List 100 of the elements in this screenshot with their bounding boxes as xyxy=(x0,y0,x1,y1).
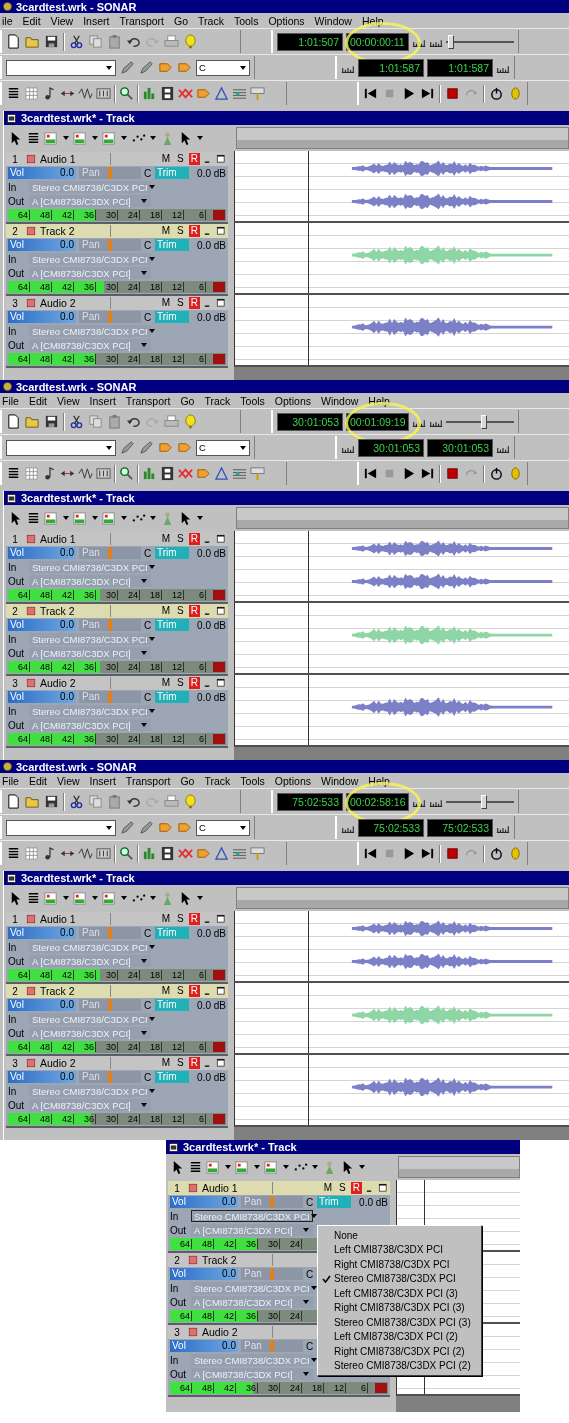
menu-item[interactable]: Track xyxy=(198,14,224,27)
track-name[interactable]: Audio 1 xyxy=(40,533,111,545)
power-icon[interactable] xyxy=(489,846,504,861)
menu-item[interactable]: Track xyxy=(204,774,231,787)
solo-button[interactable]: S xyxy=(175,677,186,689)
menu-item[interactable]: File xyxy=(2,774,19,787)
volume-slider[interactable]: Vol 0.0 xyxy=(8,999,76,1011)
menu-item[interactable]: Transport xyxy=(125,774,171,787)
time-display[interactable]: 1:01:507 xyxy=(277,32,343,51)
maximize-icon[interactable] xyxy=(216,606,226,616)
help-icon[interactable] xyxy=(183,34,198,49)
solo-button[interactable]: S xyxy=(175,153,186,165)
menu-item[interactable]: None xyxy=(318,1228,481,1243)
track-name[interactable]: Audio 1 xyxy=(40,913,111,925)
menu-item[interactable]: Stereo CMI8738/C3DX PCI xyxy=(318,1271,481,1286)
menu-item[interactable]: File xyxy=(2,394,19,407)
time-display[interactable]: 1:01:587 xyxy=(427,58,493,77)
maximize-icon[interactable] xyxy=(216,1058,226,1068)
film-strip-icon[interactable] xyxy=(160,846,175,861)
new-file-icon[interactable] xyxy=(6,414,21,429)
record-icon[interactable] xyxy=(445,466,460,481)
solo-button[interactable]: S xyxy=(175,605,186,617)
menu-item[interactable]: Go xyxy=(174,14,188,27)
menu-item[interactable]: Window xyxy=(321,774,359,787)
track-name[interactable]: Track 2 xyxy=(40,605,111,617)
menu-item[interactable]: Right CMI8738/C3DX PCI (2) xyxy=(318,1344,481,1359)
pan-thumb[interactable] xyxy=(108,547,112,559)
list-icon[interactable] xyxy=(6,846,21,861)
skip-back-icon[interactable] xyxy=(363,466,378,481)
menu-item[interactable]: Transport xyxy=(119,14,164,27)
printer-icon[interactable] xyxy=(164,34,179,49)
time-display[interactable]: 30:01:053 xyxy=(277,412,343,431)
time-display[interactable]: 00:01:09:19 xyxy=(346,412,410,431)
solo-button[interactable]: S xyxy=(175,913,186,925)
pan-thumb[interactable] xyxy=(108,927,112,939)
mute-button[interactable]: M xyxy=(159,677,173,689)
menu-item[interactable]: Go xyxy=(180,774,195,787)
zigzag-icon[interactable] xyxy=(78,466,93,481)
track-title-bar[interactable]: 2 Track 2 M S R xyxy=(6,984,228,998)
maximize-icon[interactable] xyxy=(216,678,226,688)
volume-slider[interactable]: Vol 0.0 xyxy=(8,547,76,559)
time-display[interactable]: 75:02:533 xyxy=(358,818,424,837)
track-title-bar[interactable]: 2 Track 2 M S R xyxy=(6,604,228,618)
skip-forward-icon[interactable] xyxy=(420,846,435,861)
time-display[interactable]: 75:02:533 xyxy=(427,818,493,837)
track-view-icon[interactable] xyxy=(235,1159,250,1175)
scissors-icon[interactable] xyxy=(69,34,84,49)
menu-item[interactable]: Insert xyxy=(89,774,116,787)
track-name[interactable]: Audio 2 xyxy=(40,297,111,309)
volume-slider[interactable]: Vol 0.0 xyxy=(8,619,76,631)
track-title-bar[interactable]: 1 Audio 1 M S R xyxy=(168,1181,390,1195)
record-arm-button[interactable]: R xyxy=(350,1182,362,1194)
pan-thumb[interactable] xyxy=(108,311,112,323)
pencil-icon[interactable] xyxy=(139,440,154,455)
scissors-icon[interactable] xyxy=(69,794,84,809)
menu-item[interactable]: Options xyxy=(274,394,311,407)
record-arm-button[interactable]: R xyxy=(188,913,200,925)
volume-slider[interactable]: Vol 0.0 xyxy=(8,239,76,251)
track-view-icon[interactable] xyxy=(102,890,117,906)
track-name[interactable]: Track 2 xyxy=(202,1254,273,1266)
solo-button[interactable]: S xyxy=(175,533,186,545)
time-display[interactable]: 1:01:587 xyxy=(358,58,424,77)
film-strip-icon[interactable] xyxy=(160,466,175,481)
track-title-bar[interactable]: 1 Audio 1 M S R xyxy=(6,152,228,166)
menu-item[interactable]: View xyxy=(57,774,80,787)
menu-item[interactable]: Options xyxy=(268,14,305,27)
mute-button[interactable]: M xyxy=(159,225,173,237)
menu-item[interactable]: Help xyxy=(368,774,390,787)
menu-item[interactable]: Help xyxy=(361,14,384,27)
pencil-icon[interactable] xyxy=(120,820,135,835)
mute-button[interactable]: M xyxy=(159,1057,173,1069)
scissors-icon[interactable] xyxy=(69,414,84,429)
menu-item[interactable]: Tools xyxy=(233,14,259,27)
volume-slider[interactable]: Vol 0.0 xyxy=(8,1071,76,1083)
pan-thumb[interactable] xyxy=(108,619,112,631)
volume-slider[interactable]: Vol 0.0 xyxy=(8,691,76,703)
track-name[interactable]: Audio 2 xyxy=(40,1057,111,1069)
record-arm-button[interactable]: R xyxy=(188,153,200,165)
list-icon[interactable] xyxy=(6,86,21,101)
track-view-icon[interactable] xyxy=(73,510,88,526)
track-view-icon[interactable] xyxy=(44,130,59,146)
solo-button[interactable]: S xyxy=(175,985,186,997)
printer-icon[interactable] xyxy=(164,414,179,429)
time-display[interactable]: 30:01:053 xyxy=(427,438,493,457)
track-name[interactable]: Audio 1 xyxy=(40,153,111,165)
pan-thumb[interactable] xyxy=(270,1268,274,1280)
skip-back-icon[interactable] xyxy=(363,86,378,101)
menu-item[interactable]: View xyxy=(57,394,80,407)
menu-item[interactable]: Window xyxy=(314,14,352,27)
menu-item[interactable]: View xyxy=(50,14,74,27)
volume-slider[interactable]: Vol 0.0 xyxy=(8,167,76,179)
maximize-icon[interactable] xyxy=(216,298,226,308)
maximize-icon[interactable] xyxy=(216,154,226,164)
track-view-icon[interactable] xyxy=(73,890,88,906)
maximize-icon[interactable] xyxy=(216,534,226,544)
pencil-icon[interactable] xyxy=(139,60,154,75)
menu-item[interactable]: Transport xyxy=(125,394,171,407)
sign-icon[interactable] xyxy=(250,466,265,481)
clipboard-icon[interactable] xyxy=(107,794,122,809)
key-dropdown[interactable]: C xyxy=(196,439,250,456)
